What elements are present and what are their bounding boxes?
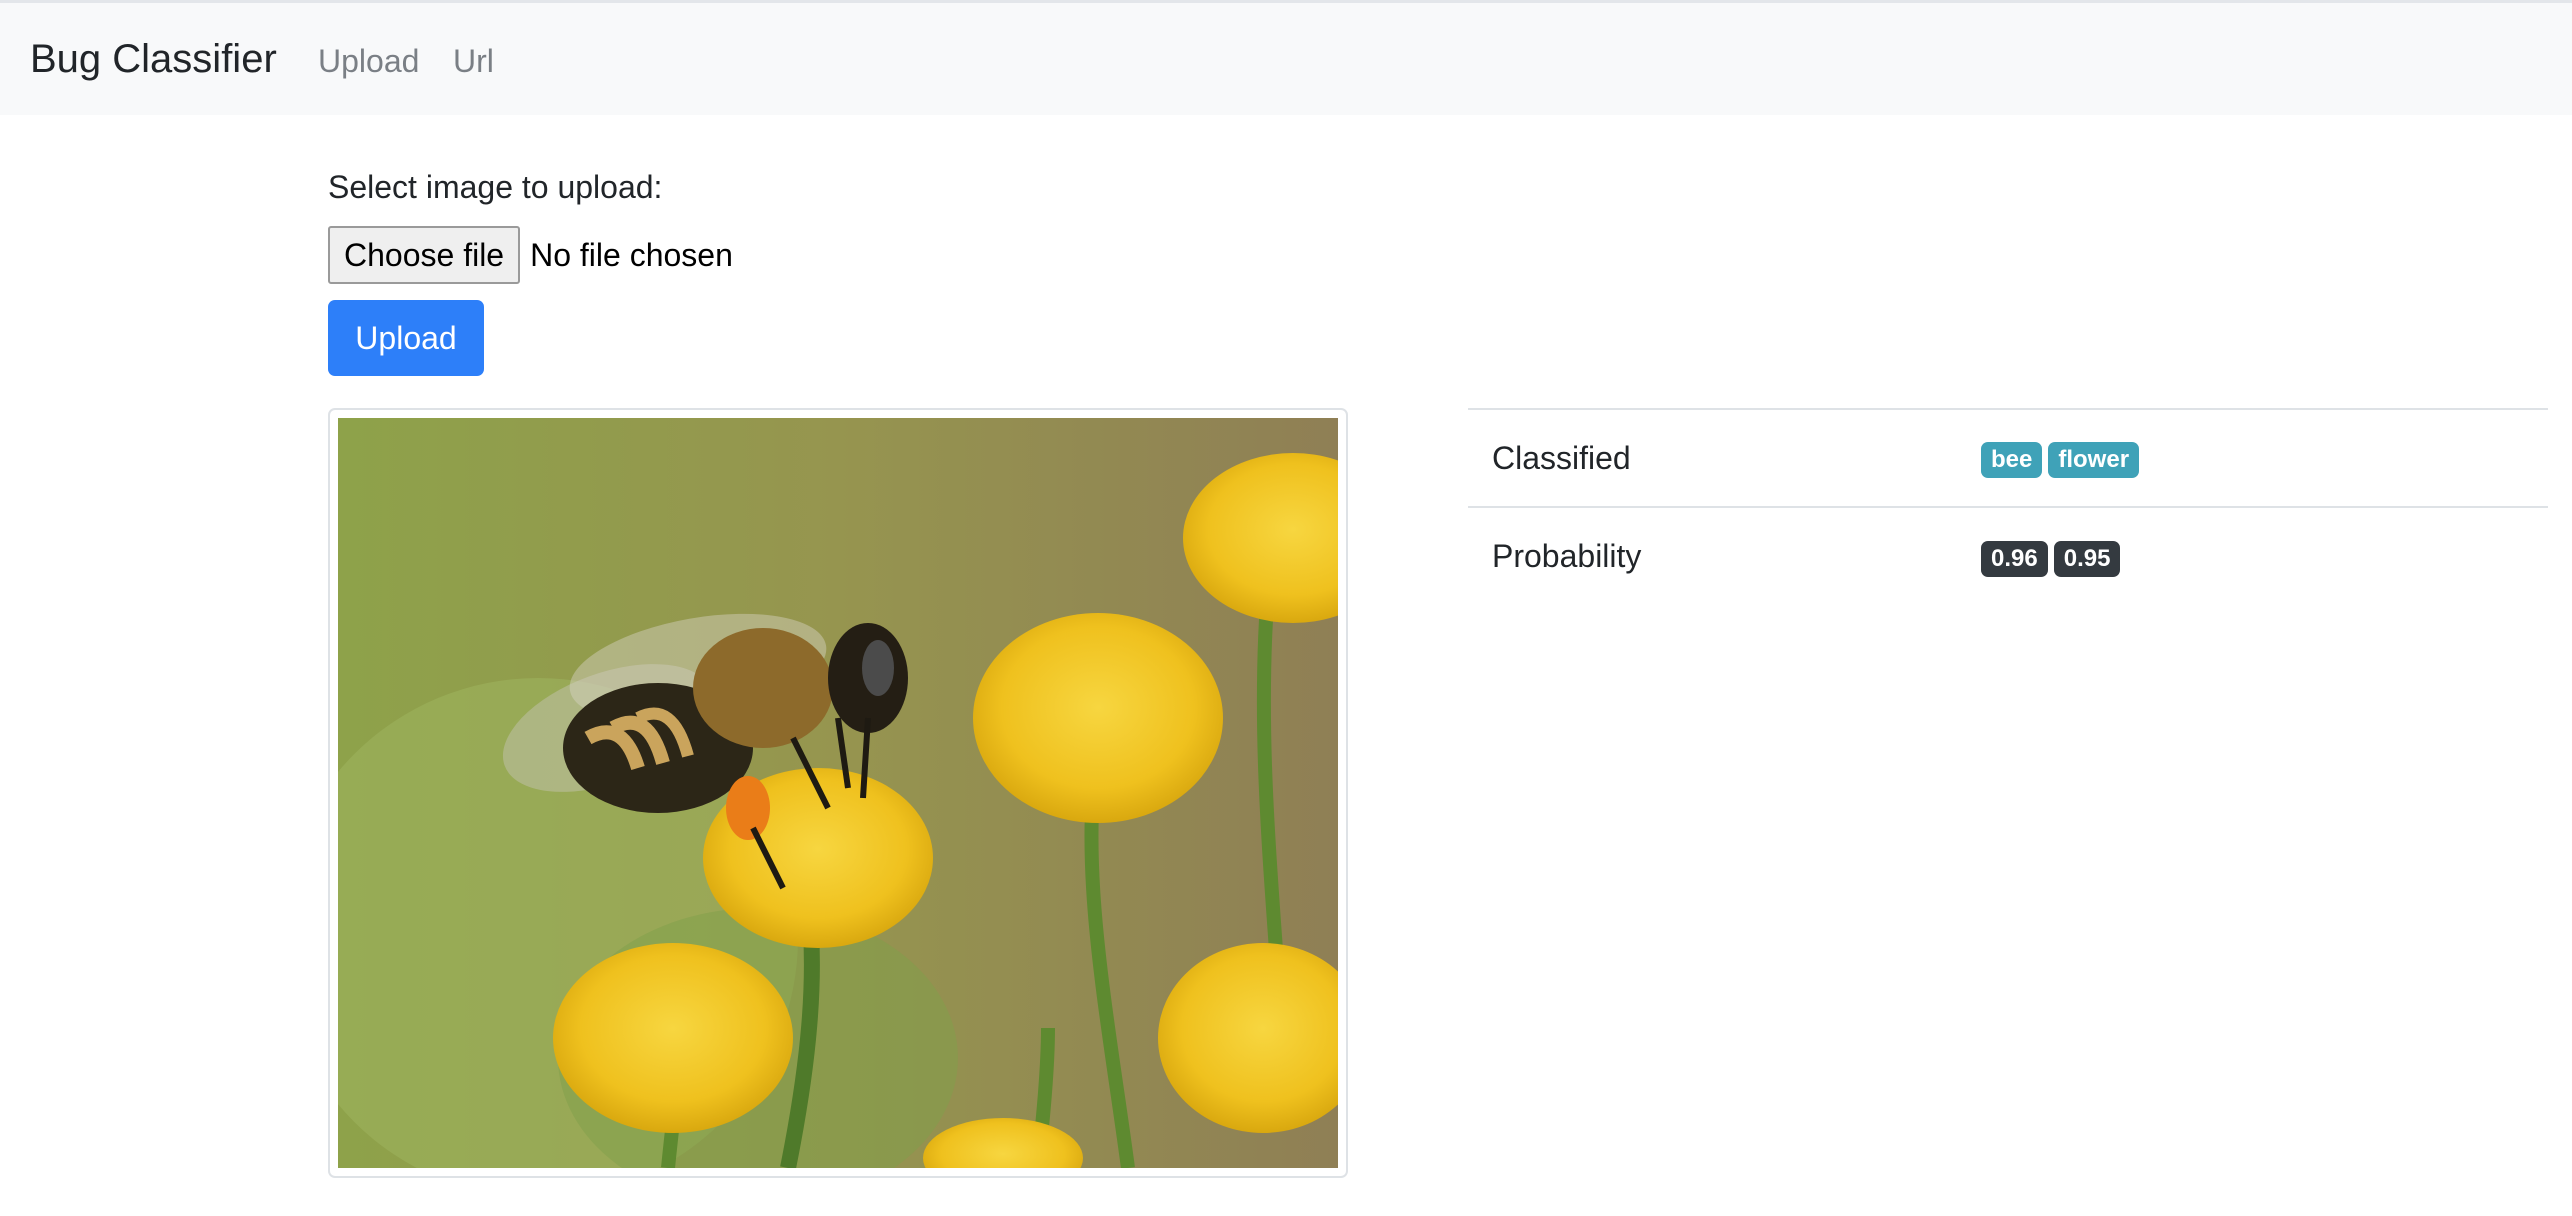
upload-label: Select image to upload: [328,169,663,205]
results-table: Classified bee flower Probability 0.96 0.9… [1468,408,2548,605]
classified-badges: bee flower [1980,408,2548,507]
file-input[interactable]: Choose file No file chosen [328,226,733,284]
table-row: Classified bee flower [1468,408,2548,507]
navbar-brand[interactable]: Bug Classifier [30,33,277,85]
nav-link-url[interactable]: Url [453,39,494,83]
probability-badges: 0.96 0.95 [1980,506,2548,605]
file-status-text: No file chosen [530,236,733,273]
probability-label: Probability [1468,506,1980,605]
probability-badge: 0.95 [2053,540,2121,577]
class-badge: bee [1981,442,2043,478]
table-row: Probability 0.96 0.95 [1468,506,2548,605]
upload-button[interactable]: Upload [328,300,484,376]
bee-on-flower-image [338,418,1338,1168]
navbar: Bug Classifier Upload Url [0,0,2572,115]
classified-label: Classified [1468,408,1980,507]
nav-link-upload[interactable]: Upload [318,39,419,83]
choose-file-button[interactable]: Choose file [328,226,521,284]
class-badge: flower [2048,442,2140,478]
uploaded-image-thumbnail [328,408,1348,1178]
probability-badge: 0.96 [1981,540,2048,577]
